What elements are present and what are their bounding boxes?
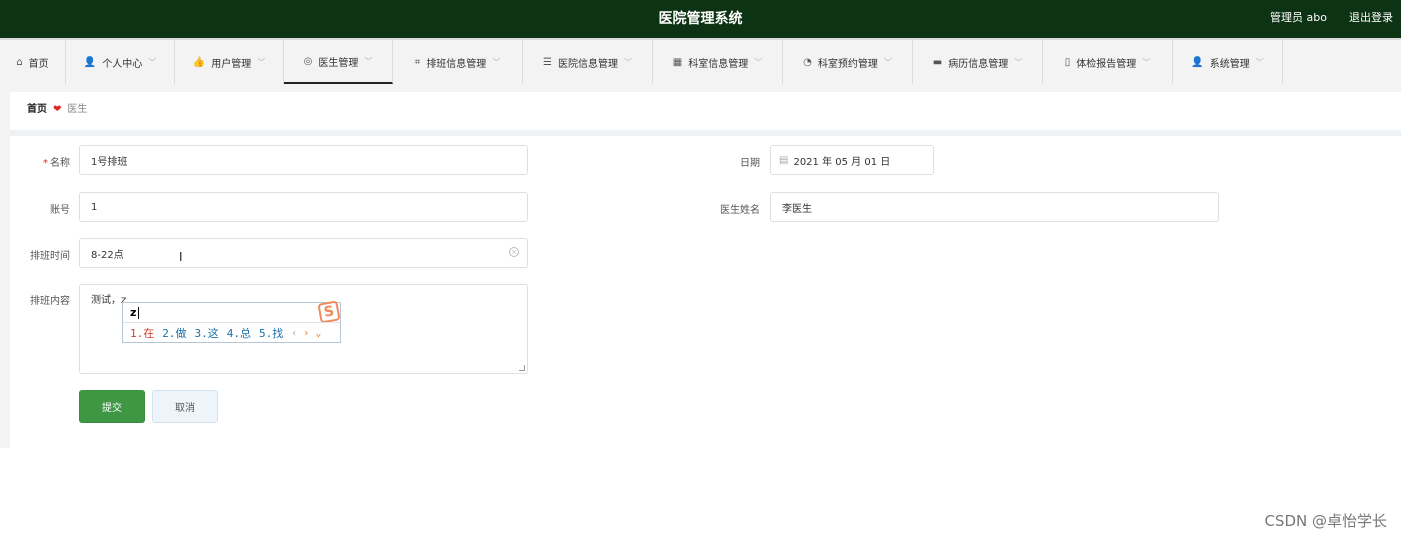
nav-item-hospital[interactable]: ☰ 医院信息管理 ﹀ (523, 40, 653, 84)
chevron-down-icon: ﹀ (623, 57, 632, 67)
ticket-icon: ▬ (932, 56, 943, 68)
doctor-name-input[interactable]: 李医生 (770, 192, 1219, 222)
nav-label: 排班信息管理 (426, 58, 487, 70)
breadcrumb: 首页 ❤ 医生 (27, 92, 87, 128)
account-input[interactable]: 1 (79, 192, 528, 222)
chevron-down-icon: ﹀ (1142, 57, 1151, 67)
divider (0, 92, 10, 448)
grid-icon: ▦ (672, 56, 683, 68)
calendar-icon: ▤ (779, 154, 789, 166)
ime-page-arrows[interactable]: ‹ › ⌄ (291, 328, 321, 339)
sliders-icon: ☰ (543, 56, 552, 68)
crop-icon: ⌗ (414, 56, 421, 68)
breadcrumb-home[interactable]: 首页 (27, 92, 47, 128)
resize-handle[interactable] (519, 365, 525, 371)
person-icon: 👤 (83, 56, 97, 68)
chevron-down-icon: ﹀ (257, 57, 266, 67)
ime-candidate[interactable]: 1.在 (130, 325, 154, 341)
chevron-down-icon: ﹀ (492, 57, 501, 67)
nav-item-personal[interactable]: 👤 个人中心 ﹀ (66, 40, 175, 84)
ime-candidate[interactable]: 2.做 (162, 325, 186, 341)
nav-item-home[interactable]: ⌂ 首页 (0, 40, 66, 84)
logout-link[interactable]: 退出登录 (1349, 0, 1393, 36)
schedule-time-label: 排班时间 (30, 251, 70, 262)
watermark: CSDN @卓怡学长 (1264, 512, 1387, 530)
ime-candidate-popup: z S 1.在 2.做 3.这 4.总 5.找 ‹ › ⌄ (122, 300, 341, 343)
schedule-form: * 名称 1号排班 日期 ▤ 2021 年 05 月 01 日 账号 1 医生姓名… (10, 136, 1401, 448)
chevron-down-icon: ﹀ (1255, 57, 1264, 67)
nav-item-department[interactable]: ▦ 科室信息管理 ﹀ (653, 40, 783, 84)
account-label: 账号 (50, 205, 70, 216)
name-label: * 名称 (43, 158, 70, 169)
ime-candidate[interactable]: 5.找 (259, 325, 283, 341)
name-input[interactable]: 1号排班 (79, 145, 528, 175)
top-header: 医院管理系统 管理员 abo 退出登录 (0, 0, 1401, 38)
nav-item-schedule[interactable]: ⌗ 排班信息管理 ﹀ (393, 40, 523, 84)
clear-icon[interactable]: × (509, 247, 519, 257)
breadcrumb-current: 医生 (67, 104, 88, 115)
breadcrumb-bar: 首页 ❤ 医生 (10, 92, 1401, 130)
nav-item-users[interactable]: 👍 用户管理 ﹀ (175, 40, 284, 84)
nav-item-records[interactable]: ▬ 病历信息管理 ﹀ (913, 40, 1043, 84)
ime-candidates: 1.在 2.做 3.这 4.总 5.找 ‹ › ⌄ (123, 322, 340, 343)
submit-button[interactable]: 提交 (79, 390, 145, 423)
app-title: 医院管理系统 (658, 11, 743, 27)
nav-label: 首页 (28, 58, 49, 70)
required-mark: * (43, 158, 48, 169)
nav-item-reports[interactable]: ▯ 体检报告管理 ﹀ (1043, 40, 1173, 84)
schedule-time-input[interactable]: 8-22点 × (79, 238, 528, 268)
main-nav: ⌂ 首页 👤 个人中心 ﹀ 👍 用户管理 ﹀ ◎ 医生管理 ﹀ ⌗ 排班信息管理… (0, 38, 1401, 84)
home-icon: ⌂ (16, 56, 23, 68)
thumb-icon: 👍 (192, 56, 206, 68)
divider (0, 84, 1401, 92)
chevron-down-icon: ﹀ (1014, 57, 1023, 67)
ime-candidate[interactable]: 3.这 (195, 325, 219, 341)
cancel-button[interactable]: 取消 (152, 390, 218, 423)
nav-label: 体检报告管理 (1076, 58, 1137, 70)
nav-item-system[interactable]: 👤 系统管理 ﹀ (1173, 40, 1283, 84)
heart-icon: ❤ (53, 104, 62, 115)
nav-label: 个人中心 (102, 58, 143, 70)
chevron-down-icon: ﹀ (754, 57, 763, 67)
person-icon: 👤 (1191, 56, 1204, 68)
target-icon: ◎ (303, 55, 313, 67)
nav-label: 系统管理 (1209, 58, 1250, 70)
nav-label: 用户管理 (211, 58, 252, 70)
nav-label: 病历信息管理 (948, 58, 1009, 70)
date-label: 日期 (740, 158, 760, 169)
nav-item-doctors[interactable]: ◎ 医生管理 ﹀ (284, 40, 393, 84)
ime-composition: z (130, 306, 137, 319)
nav-label: 医生管理 (318, 57, 359, 69)
current-user: 管理员 abo (1270, 11, 1327, 24)
gauge-icon: ◔ (803, 56, 812, 68)
nav-item-appointment[interactable]: ◔ 科室预约管理 ﹀ (783, 40, 913, 84)
schedule-content-label: 排班内容 (30, 296, 70, 307)
nav-label: 医院信息管理 (557, 58, 618, 70)
nav-label: 科室预约管理 (817, 58, 878, 70)
ime-caret (138, 307, 139, 319)
phone-icon: ▯ (1064, 56, 1071, 68)
sogou-logo-icon: S (317, 300, 341, 324)
chevron-down-icon: ﹀ (364, 56, 373, 66)
chevron-down-icon: ﹀ (883, 57, 892, 67)
nav-label: 科室信息管理 (688, 58, 749, 70)
chevron-down-icon: ﹀ (148, 57, 157, 67)
doctor-name-label: 医生姓名 (720, 205, 760, 216)
ime-candidate[interactable]: 4.总 (227, 325, 251, 341)
chevron-right-icon[interactable]: › (303, 328, 309, 339)
date-picker[interactable]: ▤ 2021 年 05 月 01 日 (770, 145, 934, 175)
text-cursor-icon: I (179, 250, 183, 264)
chevron-down-icon[interactable]: ⌄ (315, 328, 321, 339)
